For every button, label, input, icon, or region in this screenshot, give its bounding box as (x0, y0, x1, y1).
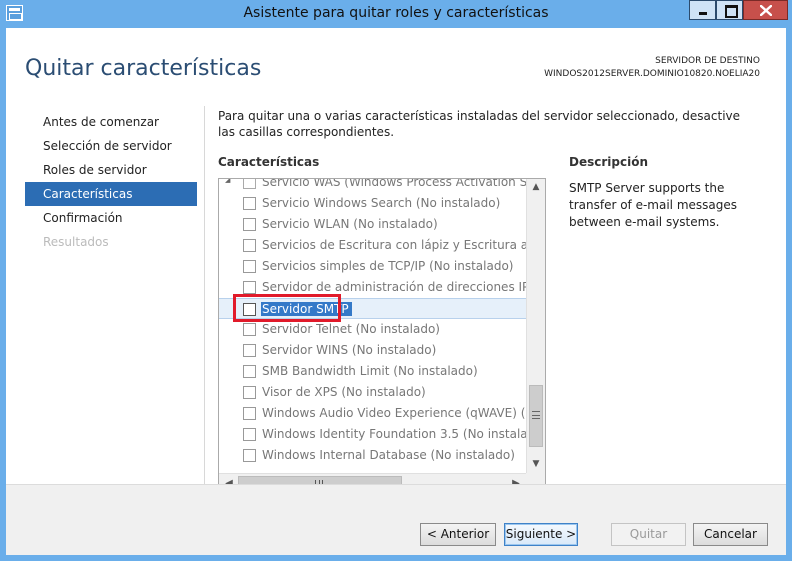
feature-label: Servicio WAS (Windows Process Activation… (262, 179, 526, 189)
vertical-scrollbar[interactable]: ▲ ▼ (526, 179, 545, 473)
feature-row[interactable]: Servicios simples de TCP/IP (No instalad… (219, 256, 526, 277)
feature-checkbox[interactable] (243, 218, 256, 231)
nav-divider (204, 106, 205, 494)
remove-button: Quitar (611, 523, 686, 546)
feature-checkbox[interactable] (243, 407, 256, 420)
title-bar[interactable]: Asistente para quitar roles y caracterís… (0, 0, 792, 28)
feature-row-selected[interactable]: Servidor SMTP (219, 294, 526, 322)
feature-checkbox[interactable] (243, 281, 256, 294)
feature-checkbox[interactable] (243, 344, 256, 357)
feature-checkbox[interactable] (243, 260, 256, 273)
feature-row[interactable]: Servidor WINS (No instalado) (219, 340, 526, 361)
feature-checkbox[interactable] (243, 365, 256, 378)
feature-row[interactable]: Servidor Telnet (No instalado) (219, 319, 526, 340)
feature-row[interactable]: Windows Audio Video Experience (qWAVE) (… (219, 403, 526, 424)
wizard-footer: < Anterior Siguiente > Quitar Cancelar (6, 484, 786, 555)
features-list: ◢ Servicio WAS (Windows Process Activati… (219, 179, 526, 473)
destination-server: SERVIDOR DE DESTINO WINDOS2012SERVER.DOM… (544, 55, 760, 81)
feature-label: Servicio Windows Search (No instalado) (262, 196, 501, 210)
wizard-nav: Antes de comenzar Selección de servidor … (25, 110, 197, 254)
destination-label: SERVIDOR DE DESTINO (655, 56, 760, 66)
close-icon (760, 5, 772, 16)
feature-label: Servidor Telnet (No instalado) (262, 322, 440, 336)
maximize-button[interactable] (716, 0, 743, 20)
close-button[interactable] (743, 0, 788, 20)
feature-label: Servicio WLAN (No instalado) (262, 217, 438, 231)
feature-label: Visor de XPS (No instalado) (262, 385, 426, 399)
instructions-text: Para quitar una o varias características… (218, 109, 741, 139)
feature-checkbox[interactable] (243, 197, 256, 210)
cancel-button[interactable]: Cancelar (693, 523, 768, 546)
feature-row[interactable]: Servicio Windows Search (No instalado) (219, 193, 526, 214)
minimize-button[interactable] (689, 0, 716, 20)
feature-row[interactable]: Visor de XPS (No instalado) (219, 382, 526, 403)
features-tree[interactable]: ◢ Servicio WAS (Windows Process Activati… (218, 178, 546, 493)
wizard-window: Asistente para quitar roles y caracterís… (0, 0, 792, 561)
feature-label: Windows Audio Video Experience (qWAVE) (… (262, 406, 526, 420)
destination-server-name: WINDOS2012SERVER.DOMINIO10820.NOELIA20 (544, 69, 760, 79)
scroll-down-icon[interactable]: ▼ (528, 456, 544, 473)
features-heading: Características (218, 155, 320, 169)
feature-row[interactable]: ◢ Servicio WAS (Windows Process Activati… (219, 179, 526, 193)
feature-label: Windows Identity Foundation 3.5 (No inst… (262, 427, 526, 441)
feature-label: Servidor de administración de direccione… (262, 280, 526, 294)
feature-label: Servicios simples de TCP/IP (No instalad… (262, 259, 514, 273)
nav-item-seleccion-servidor[interactable]: Selección de servidor (25, 134, 197, 158)
page-title: Quitar características (25, 56, 262, 81)
nav-item-roles-servidor[interactable]: Roles de servidor (25, 158, 197, 182)
feature-checkbox[interactable] (243, 386, 256, 399)
feature-checkbox[interactable] (243, 239, 256, 252)
scroll-up-icon[interactable]: ▲ (528, 179, 544, 196)
annotation-highlight-box (233, 294, 341, 322)
feature-row[interactable]: Servicios de Escritura con lápiz y Escri… (219, 235, 526, 256)
next-button[interactable]: Siguiente > (504, 523, 578, 546)
feature-row[interactable]: Windows Internal Database (No instalado) (219, 445, 526, 466)
feature-label: Servicios de Escritura con lápiz y Escri… (262, 238, 526, 252)
feature-checkbox[interactable] (243, 323, 256, 336)
description-heading: Descripción (569, 155, 648, 169)
feature-row[interactable]: Servicio WLAN (No instalado) (219, 214, 526, 235)
feature-checkbox[interactable] (243, 428, 256, 441)
feature-checkbox[interactable] (243, 179, 256, 189)
feature-checkbox[interactable] (243, 449, 256, 462)
feature-row[interactable]: SMB Bandwidth Limit (No instalado) (219, 361, 526, 382)
window-title: Asistente para quitar roles y caracterís… (243, 5, 549, 21)
description-text: SMTP Server supports the transfer of e-m… (569, 181, 738, 229)
nav-item-confirmacion[interactable]: Confirmación (25, 206, 197, 230)
feature-label: Windows Internal Database (No instalado) (262, 448, 515, 462)
nav-item-caracteristicas[interactable]: Características (25, 182, 197, 206)
feature-label: SMB Bandwidth Limit (No instalado) (262, 364, 478, 378)
nav-item-antes-de-comenzar[interactable]: Antes de comenzar (25, 110, 197, 134)
feature-row[interactable]: Windows Identity Foundation 3.5 (No inst… (219, 424, 526, 445)
wizard-content: Quitar características SERVIDOR DE DESTI… (6, 28, 786, 512)
feature-label: Servidor WINS (No instalado) (262, 343, 437, 357)
nav-item-resultados: Resultados (43, 235, 109, 249)
grip-icon (532, 411, 540, 419)
expand-arrow-icon[interactable]: ◢ (225, 179, 230, 184)
previous-button[interactable]: < Anterior (420, 523, 496, 546)
vertical-scroll-thumb[interactable] (529, 385, 543, 447)
